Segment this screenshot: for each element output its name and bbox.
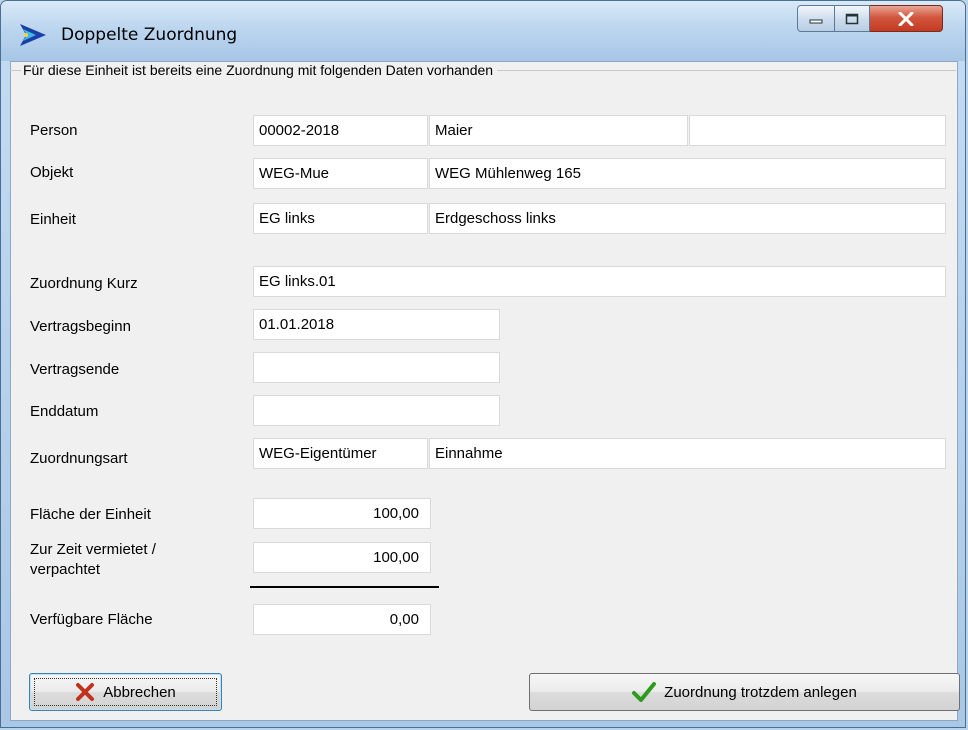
objekt-code-field: WEG-Mue <box>253 158 428 189</box>
window-title: Doppelte Zuordnung <box>61 25 238 45</box>
vermietet-label-line2: verpachtet <box>30 561 101 578</box>
verfuegbar-field: 0,00 <box>253 604 431 635</box>
flaeche-einheit-label: Fläche der Einheit <box>30 506 151 523</box>
vertragsbeginn-field: 01.01.2018 <box>253 309 500 340</box>
zuordnungsart-code-field: WEG-Eigentümer <box>253 438 428 469</box>
vermietet-field: 100,00 <box>253 542 431 573</box>
vertragsende-field <box>253 352 500 383</box>
einheit-code-field: EG links <box>253 203 428 234</box>
verfuegbar-label: Verfügbare Fläche <box>30 611 153 628</box>
person-label: Person <box>30 122 78 139</box>
minimize-icon <box>809 19 823 23</box>
sum-divider <box>250 586 439 588</box>
person-name-field: Maier <box>429 115 688 146</box>
app-logo-icon <box>20 24 46 46</box>
create-anyway-button[interactable]: Zuordnung trotzdem anlegen <box>529 673 960 711</box>
flaeche-einheit-field: 100,00 <box>253 498 431 529</box>
objekt-name-field: WEG Mühlenweg 165 <box>429 158 946 189</box>
close-button[interactable] <box>870 5 943 32</box>
zuordnung-kurz-field: EG links.01 <box>253 266 946 297</box>
close-icon <box>898 11 914 26</box>
vertragsbeginn-label: Vertragsbeginn <box>30 318 131 335</box>
focus-rectangle <box>34 678 217 706</box>
title-bar[interactable]: Doppelte Zuordnung <box>1 1 965 61</box>
minimize-button[interactable] <box>797 5 835 32</box>
person-extra-field <box>689 115 946 146</box>
person-nr-field: 00002-2018 <box>253 115 428 146</box>
einheit-label: Einheit <box>30 211 76 228</box>
checkmark-icon <box>632 682 657 702</box>
objekt-label: Objekt <box>30 164 74 181</box>
zuordnungsart-name-field: Einnahme <box>429 438 946 469</box>
maximize-icon <box>845 13 859 24</box>
vermietet-label-line1: Zur Zeit vermietet / <box>30 541 156 558</box>
enddatum-field <box>253 395 500 426</box>
enddatum-label: Enddatum <box>30 403 99 420</box>
zuordnung-kurz-label: Zuordnung Kurz <box>30 275 138 292</box>
create-anyway-button-label: Zuordnung trotzdem anlegen <box>664 683 857 701</box>
group-caption: Für diese Einheit ist bereits eine Zuord… <box>21 62 498 78</box>
vertragsende-label: Vertragsende <box>30 361 120 378</box>
zuordnungsart-label: Zuordnungsart <box>30 450 128 467</box>
maximize-button[interactable] <box>835 5 870 32</box>
cancel-button[interactable]: Abbrechen <box>29 673 222 711</box>
einheit-name-field: Erdgeschoss links <box>429 203 946 234</box>
